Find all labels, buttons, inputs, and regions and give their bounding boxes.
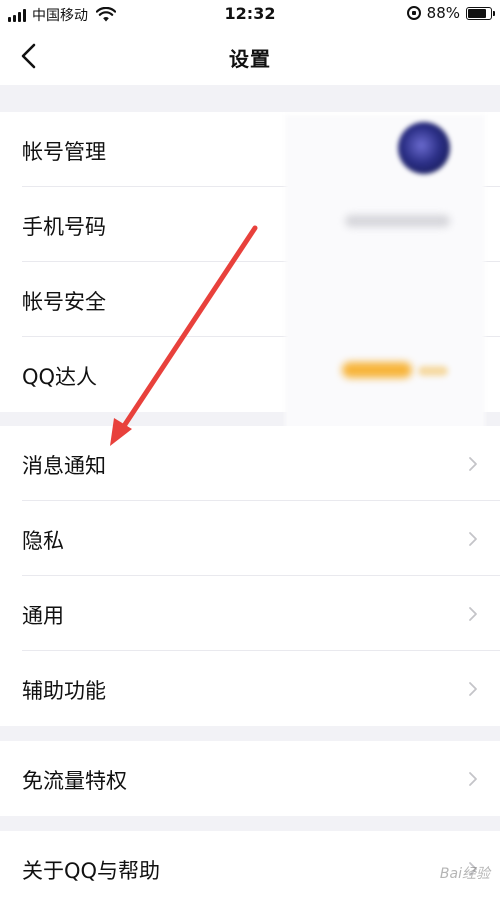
chevron-right-icon xyxy=(469,457,477,471)
settings-item-label: 通用 xyxy=(22,604,64,628)
settings-item-label: 帐号管理 xyxy=(22,140,106,164)
settings-item-label: 关于QQ与帮助 xyxy=(22,859,161,883)
data-free-group: 免流量特权 xyxy=(0,741,500,816)
settings-item-label: 隐私 xyxy=(22,529,64,553)
page-title: 设置 xyxy=(229,47,271,71)
avatar[interactable] xyxy=(398,122,450,174)
chevron-right-icon xyxy=(469,607,477,621)
status-bar: 中国移动 12:32 88% xyxy=(0,0,500,30)
rotation-lock-icon xyxy=(406,6,421,20)
general-group: 消息通知 隐私 通用 辅助功能 xyxy=(0,426,500,726)
settings-item-label: QQ达人 xyxy=(22,365,98,389)
settings-item-general[interactable]: 通用 xyxy=(0,576,500,651)
battery-percent: 88% xyxy=(426,4,460,22)
chevron-right-icon xyxy=(469,532,477,546)
settings-item-label: 手机号码 xyxy=(22,215,106,239)
blurred-qq-expert-days xyxy=(418,366,448,376)
battery-icon xyxy=(466,6,495,20)
blurred-qq-expert-badge xyxy=(342,362,412,378)
settings-item-about-help[interactable]: 关于QQ与帮助 xyxy=(0,831,500,906)
chevron-right-icon xyxy=(469,772,477,786)
settings-item-label: 帐号安全 xyxy=(22,290,106,314)
settings-item-label: 辅助功能 xyxy=(22,679,106,703)
chevron-right-icon xyxy=(469,682,477,696)
nav-bar: 设置 xyxy=(0,30,500,85)
watermark: Bai经验 xyxy=(439,866,490,882)
settings-item-notifications[interactable]: 消息通知 xyxy=(0,426,500,501)
settings-item-label: 消息通知 xyxy=(22,454,106,478)
settings-item-accessibility[interactable]: 辅助功能 xyxy=(0,651,500,726)
about-group: 关于QQ与帮助 xyxy=(0,831,500,906)
settings-item-data-free-privilege[interactable]: 免流量特权 xyxy=(0,741,500,816)
blurred-account-details xyxy=(285,115,485,440)
settings-item-privacy[interactable]: 隐私 xyxy=(0,501,500,576)
blurred-phone-number xyxy=(345,215,450,227)
settings-item-label: 免流量特权 xyxy=(22,769,127,793)
